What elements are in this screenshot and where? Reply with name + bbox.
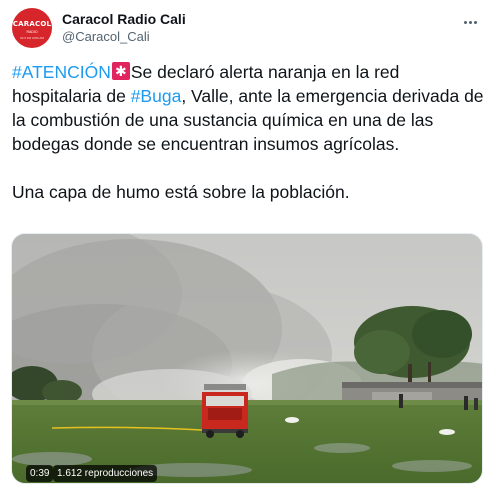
tweet-header: CARACOL RADIO 92.5 FM 1050 AM Caracol Ra…	[12, 8, 483, 48]
video-player[interactable]: 0:39 1.612 reproducciones	[11, 233, 483, 484]
avatar-brand-text: CARACOL	[12, 20, 52, 28]
more-options-icon[interactable]	[457, 12, 483, 32]
video-frame	[12, 234, 482, 483]
author-names: Caracol Radio Cali @Caracol_Cali	[62, 10, 186, 46]
rotating-light-icon	[111, 61, 130, 81]
display-name[interactable]: Caracol Radio Cali	[62, 10, 186, 28]
tweet-text-part3: Una capa de humo está sobre la población…	[12, 182, 350, 202]
hashtag-buga[interactable]: #Buga	[131, 86, 182, 106]
avatar-sub2-text: 92.5 FM 1050 AM	[20, 36, 44, 40]
tweet-text: #ATENCIÓNSe declaró alerta naranja en la…	[12, 60, 484, 204]
more-dot	[468, 20, 472, 24]
video-time-badge: 0:39	[26, 465, 54, 482]
tweet-card: CARACOL RADIO 92.5 FM 1050 AM Caracol Ra…	[0, 0, 495, 489]
user-handle[interactable]: @Caracol_Cali	[62, 28, 186, 46]
more-dot	[463, 20, 467, 24]
avatar-sub-text: RADIO	[26, 30, 38, 34]
avatar[interactable]: CARACOL RADIO 92.5 FM 1050 AM	[12, 8, 52, 48]
video-views-badge: 1.612 reproducciones	[53, 465, 158, 482]
hashtag-atencion[interactable]: #ATENCIÓN	[12, 62, 111, 82]
more-dot	[473, 20, 477, 24]
